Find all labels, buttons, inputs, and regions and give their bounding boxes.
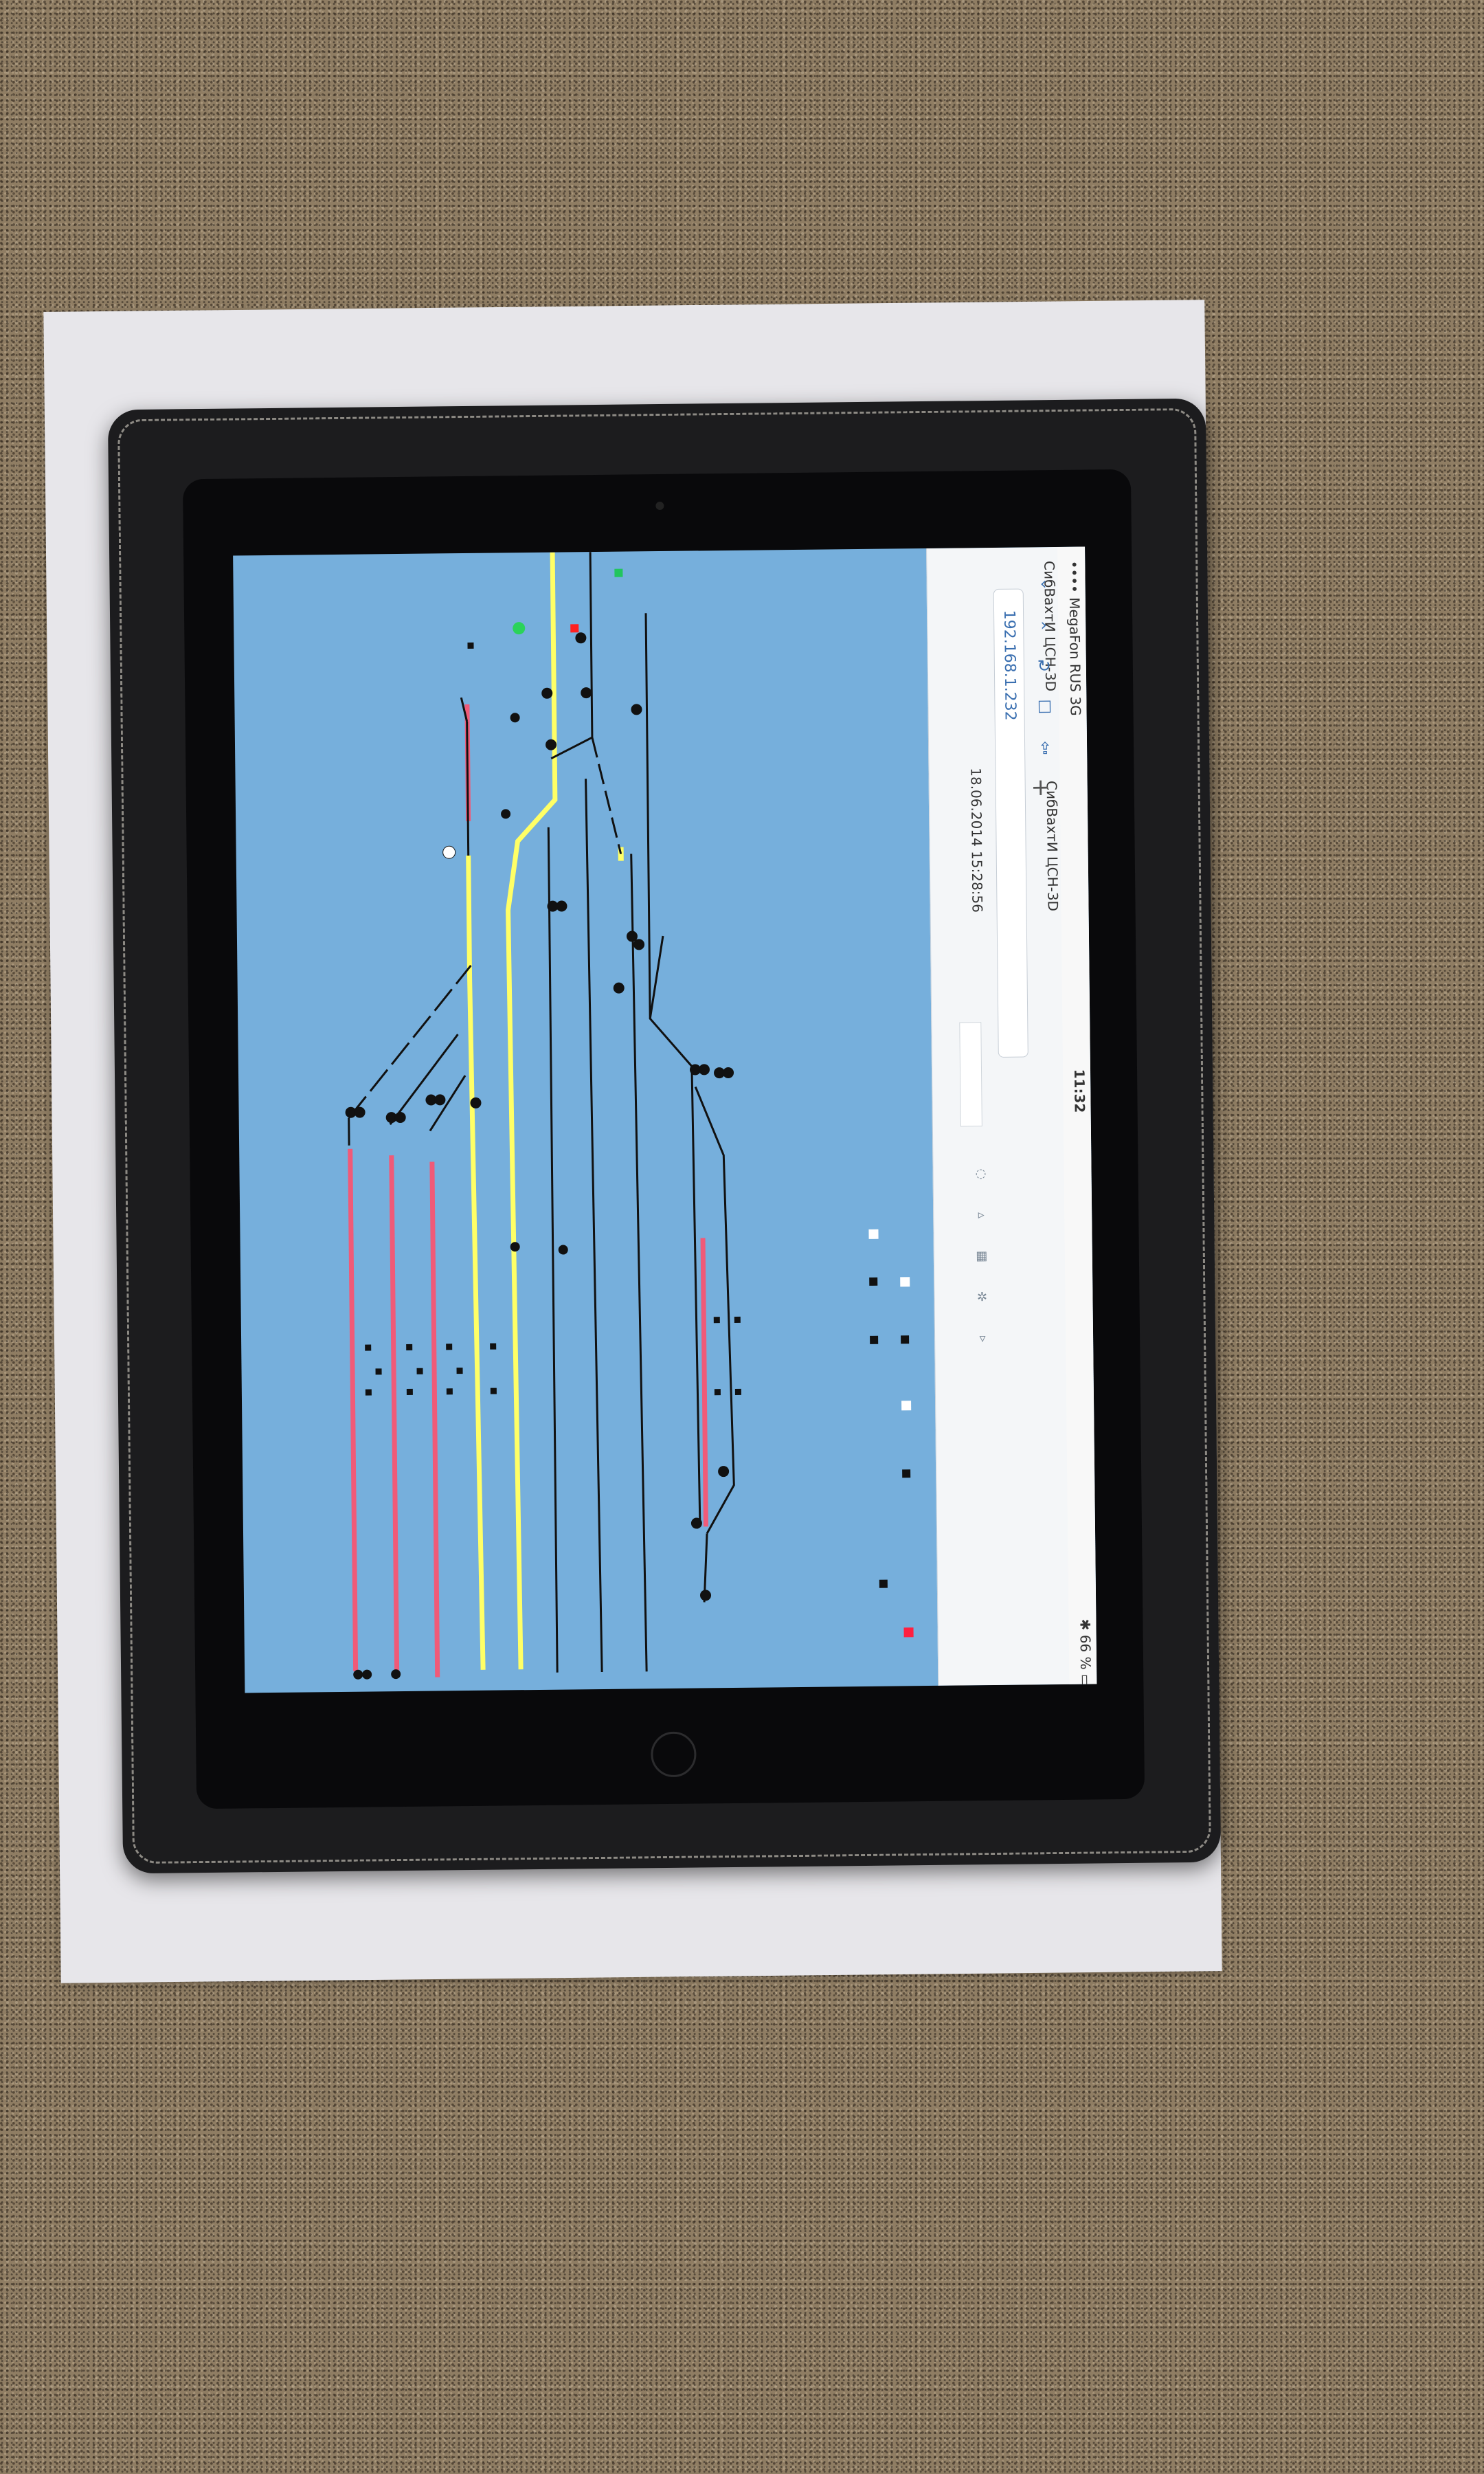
signal[interactable] [541, 687, 553, 699]
track-occupied-1 [348, 1148, 359, 1671]
back-icon[interactable]: ‹ [1034, 574, 1052, 593]
signal[interactable] [718, 1466, 730, 1478]
white-square-icon [868, 1229, 879, 1239]
track-occupied-2 [389, 1155, 400, 1675]
signal-green[interactable] [513, 622, 526, 635]
signal[interactable] [362, 1669, 372, 1680]
signal-group [345, 632, 734, 1680]
red-square-icon [903, 1627, 914, 1638]
tab-title-2[interactable]: СибВахтИ ЦСН-3D [1044, 781, 1061, 911]
signal[interactable] [575, 632, 587, 644]
track-free-9 [591, 737, 622, 854]
signal-red[interactable] [570, 624, 579, 633]
white-square-icon [901, 1401, 912, 1411]
black-square-icon [902, 1469, 911, 1478]
grid-icon[interactable]: ▦ [976, 1249, 988, 1263]
black-square-icon [901, 1335, 910, 1344]
signal[interactable] [501, 809, 511, 819]
forward-icon[interactable]: › [1035, 615, 1053, 634]
signal[interactable] [581, 687, 592, 699]
signal[interactable] [558, 1245, 568, 1255]
signal-white[interactable] [442, 845, 456, 859]
address-bar[interactable]: 192.168.1.232 [993, 588, 1028, 1058]
reload-icon[interactable]: ↻ [1035, 656, 1053, 676]
timestamp: 18.06.2014 15:28:56 [967, 768, 986, 913]
url-text: 192.168.1.232 [1000, 610, 1019, 721]
track-occupied-3 [429, 1161, 440, 1678]
signal[interactable] [556, 900, 567, 912]
legend-panel [868, 1229, 914, 1638]
settings-icon[interactable]: ✲ [976, 1290, 988, 1304]
filter-icon[interactable]: ▿ [976, 1331, 989, 1346]
tablet-case: •••• MegaFon RUS 3G 11:32 ✱ 66 % ▭ 192.1… [107, 398, 1222, 1874]
black-square-icon [870, 1335, 879, 1344]
signal[interactable] [698, 1064, 710, 1076]
home-button[interactable] [651, 1731, 697, 1778]
track-free-13 [649, 935, 664, 1019]
pointer-icon[interactable]: ▹ [975, 1207, 987, 1222]
signal[interactable] [613, 982, 625, 994]
front-camera [655, 501, 664, 511]
black-square-icon [869, 1277, 878, 1286]
tablet-device: •••• MegaFon RUS 3G 11:32 ✱ 66 % ▭ 192.1… [182, 469, 1145, 1809]
zoom-icon[interactable]: ◌ [974, 1166, 987, 1181]
battery-indicator: ✱ 66 % ▭ [1077, 1618, 1094, 1687]
track-free-11 [630, 854, 648, 1672]
white-square-icon [900, 1277, 910, 1287]
track-free-8 [547, 827, 559, 1673]
track-free-5 [466, 721, 470, 856]
signal[interactable] [394, 1112, 406, 1124]
bookmarks-icon[interactable]: ☐ [1035, 698, 1053, 717]
track-free-10 [585, 779, 603, 1673]
browser-sidebar: •••• MegaFon RUS 3G 11:32 ✱ 66 % ▭ 192.1… [926, 546, 1097, 1687]
signal[interactable] [434, 1094, 446, 1106]
signal-green-2[interactable] [614, 568, 623, 577]
new-tab-plus-icon[interactable]: + [1027, 778, 1055, 798]
share-icon[interactable]: ⇪ [1036, 739, 1054, 758]
signal[interactable] [723, 1067, 734, 1079]
route-yellow-1 [466, 855, 486, 1670]
status-bar: •••• MegaFon RUS 3G 11:32 ✱ 66 % ▭ [1057, 546, 1097, 1687]
signal[interactable] [631, 704, 642, 715]
signal[interactable] [700, 1590, 712, 1601]
tablet-screen: •••• MegaFon RUS 3G 11:32 ✱ 66 % ▭ 192.1… [233, 546, 1097, 1693]
track-free-3 [389, 1034, 459, 1126]
signal[interactable] [391, 1669, 401, 1680]
track-occupied-5 [700, 1238, 708, 1527]
carrier-label: •••• MegaFon RUS 3G [1066, 560, 1084, 716]
signal[interactable] [510, 713, 520, 723]
page-toolbar[interactable] [959, 1022, 982, 1127]
black-square-icon [879, 1579, 888, 1588]
clock: 11:32 [1071, 1069, 1088, 1113]
